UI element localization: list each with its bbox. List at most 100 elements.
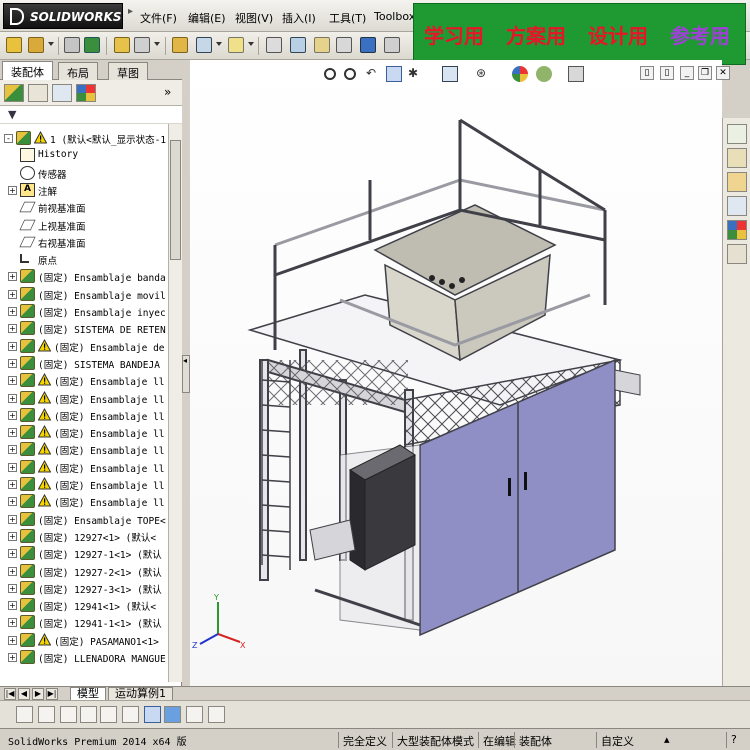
tree-node[interactable]: + (固定) SISTEMA DE RETEN xyxy=(0,320,168,337)
minimize-icon[interactable]: _ xyxy=(680,66,694,80)
tree-node[interactable]: 原点 xyxy=(0,251,168,268)
tree-node[interactable]: + (固定) Ensamblaje ll xyxy=(0,476,168,493)
tree-node[interactable]: + (固定) Ensamblaje banda xyxy=(0,268,168,285)
tree-node[interactable]: + (固定) LLENADORA MANGUE xyxy=(0,649,168,666)
menu-file[interactable]: 文件(F) xyxy=(140,10,177,26)
show-hidden-components-icon[interactable] xyxy=(196,37,212,53)
next-tab-icon[interactable]: ▶ xyxy=(32,688,44,700)
view-palette-icon[interactable] xyxy=(727,196,747,216)
design-library-icon[interactable] xyxy=(727,148,747,168)
new-motion-study-icon[interactable] xyxy=(290,37,306,53)
explode-line-sketch-icon[interactable] xyxy=(360,37,376,53)
help-icon[interactable]: ? xyxy=(726,732,741,748)
insert-components-icon[interactable] xyxy=(84,37,100,53)
view-settings-icon[interactable] xyxy=(568,66,584,82)
section-view-icon[interactable] xyxy=(386,66,402,82)
expand-icon[interactable]: + xyxy=(8,497,17,506)
panel-collapse-handle[interactable]: ◂ xyxy=(182,355,190,393)
pattern-dropdown-arrow-icon[interactable] xyxy=(154,42,160,46)
zoom-to-fit-icon[interactable] xyxy=(324,68,336,80)
tab-motion-study-1[interactable]: 运动算例1 xyxy=(108,687,173,701)
tree-node[interactable]: 右视基准面 xyxy=(0,234,168,251)
component-pattern-icon[interactable] xyxy=(134,37,150,53)
tree-node[interactable]: + (固定) 12927-1<1> (默认 xyxy=(0,545,168,562)
menu-insert[interactable]: 插入(I) xyxy=(282,10,316,26)
active-view-icon[interactable] xyxy=(144,706,161,723)
edit-appearance-icon[interactable] xyxy=(512,66,528,82)
solidworks-resources-icon[interactable] xyxy=(727,124,747,144)
note-icon[interactable] xyxy=(60,706,77,723)
view-orientation-icon[interactable] xyxy=(442,66,458,82)
prev-tab-icon[interactable]: ◀ xyxy=(18,688,30,700)
tile-view-icon[interactable]: ▯ xyxy=(640,66,654,80)
expand-icon[interactable]: + xyxy=(8,359,17,368)
rebuild-icon[interactable] xyxy=(100,706,117,723)
tree-node[interactable]: + (固定) Ensamblaje movil xyxy=(0,286,168,303)
expand-icon[interactable]: + xyxy=(8,584,17,593)
options-icon[interactable] xyxy=(122,706,139,723)
tab-assembly[interactable]: 装配体 xyxy=(2,61,53,80)
hide-show-icon[interactable] xyxy=(16,706,33,723)
move-component-icon[interactable] xyxy=(172,37,188,53)
reference-geometry-icon[interactable] xyxy=(266,37,282,53)
print-icon[interactable] xyxy=(208,706,225,723)
split-view-icon[interactable]: ▯ xyxy=(660,66,674,80)
tree-node[interactable]: + (固定) Ensamblaje ll xyxy=(0,390,168,407)
expand-icon[interactable]: + xyxy=(8,186,17,195)
tree-node[interactable]: + (固定) 12927<1> (默认< xyxy=(0,528,168,545)
zoom-to-area-icon[interactable] xyxy=(344,68,356,80)
tree-node[interactable]: + (固定) Ensamblaje ll xyxy=(0,459,168,476)
tree-node[interactable]: 前视基准面 xyxy=(0,199,168,216)
tree-scrollbar[interactable] xyxy=(168,124,182,682)
restore-icon[interactable]: ❐ xyxy=(698,66,712,80)
tree-node[interactable]: + (固定) Ensamblaje ll xyxy=(0,441,168,458)
apply-scene-icon[interactable] xyxy=(536,66,552,82)
hidden-dropdown-arrow-icon[interactable] xyxy=(216,42,222,46)
dynamic-annotation-icon[interactable]: ✱ xyxy=(408,66,424,82)
close-icon[interactable]: ✕ xyxy=(716,66,730,80)
expand-icon[interactable]: + xyxy=(8,272,17,281)
expand-icon[interactable]: + xyxy=(8,567,17,576)
expand-icon[interactable]: + xyxy=(8,324,17,333)
menu-view[interactable]: 视图(V) xyxy=(235,10,273,26)
feature-manager-icon[interactable] xyxy=(4,84,24,102)
scrollbar-thumb[interactable] xyxy=(170,140,181,260)
tree-node[interactable]: + (固定) 12927-2<1> (默认 xyxy=(0,563,168,580)
appearances-icon[interactable] xyxy=(727,220,747,240)
exploded-view-icon[interactable] xyxy=(336,37,352,53)
tree-node[interactable]: + (固定) Ensamblaje ll xyxy=(0,407,168,424)
expand-icon[interactable]: + xyxy=(8,549,17,558)
shaded-view-icon[interactable] xyxy=(164,706,181,723)
tree-node[interactable]: + (固定) Ensamblaje ll xyxy=(0,372,168,389)
expand-icon[interactable]: + xyxy=(8,601,17,610)
tree-node[interactable]: + (固定) 12941<1> (默认< xyxy=(0,597,168,614)
tree-node[interactable]: History xyxy=(0,147,168,164)
expand-icon[interactable]: + xyxy=(8,307,17,316)
property-manager-icon[interactable] xyxy=(28,84,48,102)
mate-icon[interactable] xyxy=(114,37,130,53)
previous-view-icon[interactable]: ↶ xyxy=(366,66,382,82)
menu-pin-icon[interactable]: ▸ xyxy=(128,6,134,26)
edit-component-icon[interactable] xyxy=(64,37,80,53)
expand-icon[interactable]: + xyxy=(8,532,17,541)
tree-node[interactable]: + (固定) Ensamblaje TOPE< xyxy=(0,511,168,528)
tree-node[interactable]: + (固定) Ensamblaje ll xyxy=(0,493,168,510)
expand-icon[interactable]: + xyxy=(8,618,17,627)
expand-icon[interactable]: + xyxy=(8,342,17,351)
tree-node[interactable]: + (固定) Ensamblaje ll xyxy=(0,424,168,441)
bill-of-materials-icon[interactable] xyxy=(314,37,330,53)
expand-icon[interactable]: + xyxy=(8,376,17,385)
status-units-custom[interactable]: 自定义 xyxy=(596,732,638,748)
table-icon[interactable] xyxy=(186,706,203,723)
expand-icon[interactable]: + xyxy=(8,394,17,403)
menu-toolbox[interactable]: Toolbox xyxy=(374,10,415,23)
solidworks-logo[interactable]: SOLIDWORKS xyxy=(3,3,123,29)
expand-icon[interactable]: + xyxy=(8,463,17,472)
collapse-icon[interactable]: - xyxy=(4,134,13,143)
display-manager-icon[interactable] xyxy=(76,84,96,102)
interference-detection-icon[interactable] xyxy=(384,37,400,53)
assembly-features-icon[interactable] xyxy=(228,37,244,53)
features-dropdown-arrow-icon[interactable] xyxy=(248,42,254,46)
filter-icon[interactable]: ▼ xyxy=(8,108,16,121)
display-style-icon[interactable]: ⊛ xyxy=(476,66,492,82)
